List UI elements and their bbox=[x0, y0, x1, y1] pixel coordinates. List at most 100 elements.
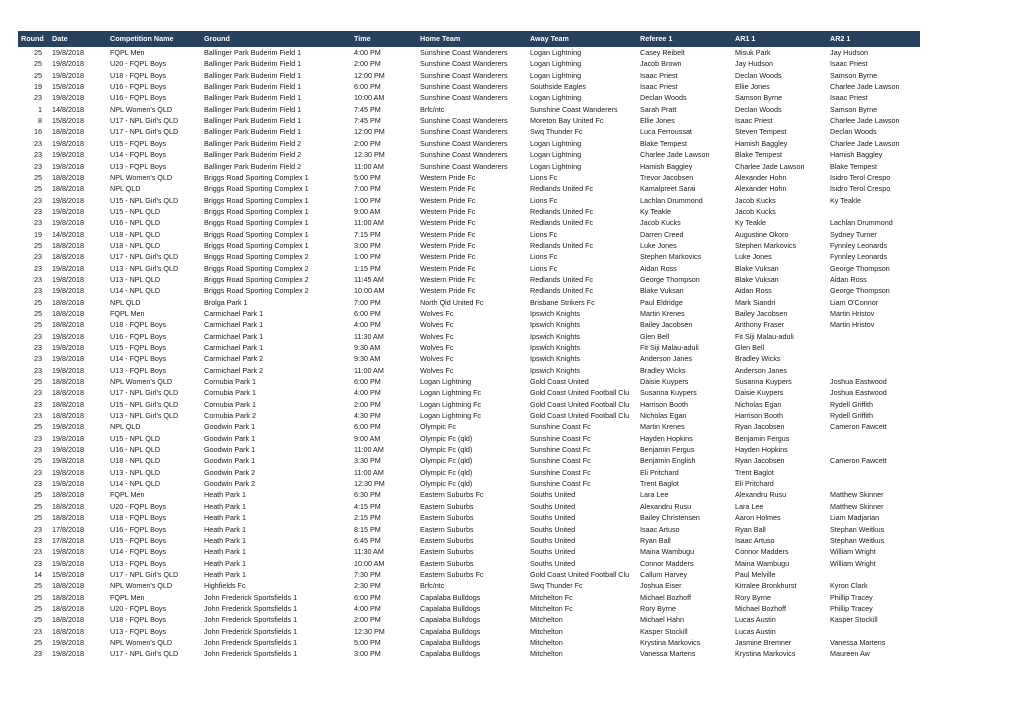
column-header-home[interactable]: Home Team bbox=[417, 31, 527, 47]
cell-date[interactable]: 18/8/2018 bbox=[49, 387, 107, 399]
cell-comp[interactable]: U13 - FQPL Boys bbox=[107, 364, 201, 376]
cell-round[interactable]: 23 bbox=[18, 353, 49, 365]
cell-date[interactable]: 18/8/2018 bbox=[49, 591, 107, 603]
cell-away[interactable]: Souths United bbox=[527, 523, 637, 535]
table-row[interactable]: 25 18/8/2018 NPL QLD Brolga Park 1 7:00 PM No… bbox=[18, 296, 920, 308]
cell-ref[interactable]: Isaac Priest bbox=[637, 81, 732, 93]
cell-away[interactable]: Souths United bbox=[527, 512, 637, 524]
cell-ref[interactable]: Bailey Christensen bbox=[637, 512, 732, 524]
cell-time[interactable]: 12:30 PM bbox=[351, 478, 417, 490]
cell-home[interactable]: Western Pride Fc bbox=[417, 194, 527, 206]
cell-away[interactable]: Logan Lightning bbox=[527, 58, 637, 70]
cell-ar2[interactable] bbox=[827, 432, 920, 445]
cell-ar1[interactable]: Blake Vuksan bbox=[732, 273, 827, 286]
table-row[interactable]: 23 19/8/2018 U15 - FQPL Boys Carmichael Par… bbox=[18, 341, 920, 354]
cell-date[interactable]: 14/8/2018 bbox=[49, 228, 107, 240]
cell-time[interactable]: 7:00 PM bbox=[351, 183, 417, 195]
cell-ar1[interactable]: Jacob Kucks bbox=[732, 205, 827, 218]
cell-home[interactable]: Sunshine Coast Wanderers bbox=[417, 69, 527, 82]
cell-ref[interactable]: Eli Pritchard bbox=[637, 466, 732, 479]
cell-ar2[interactable]: Martin Hristov bbox=[827, 307, 920, 320]
cell-date[interactable]: 18/8/2018 bbox=[49, 602, 107, 615]
cell-ar1[interactable]: Aidan Ross bbox=[732, 285, 827, 297]
cell-ground[interactable]: Briggs Road Sporting Complex 1 bbox=[201, 171, 351, 184]
cell-home[interactable]: Wolves Fc bbox=[417, 307, 527, 320]
cell-ref[interactable]: Harrison Booth bbox=[637, 398, 732, 410]
cell-home[interactable]: Western Pride Fc bbox=[417, 171, 527, 184]
cell-ar2[interactable]: Vanessa Martens bbox=[827, 636, 920, 649]
cell-home[interactable]: Capalaba Bulldogs bbox=[417, 614, 527, 626]
cell-ground[interactable]: Cornubia Park 1 bbox=[201, 387, 351, 399]
cell-comp[interactable]: U14 - FQPL Boys bbox=[107, 546, 201, 558]
cell-ar1[interactable]: Harrison Booth bbox=[732, 410, 827, 422]
cell-ground[interactable]: Heath Park 1 bbox=[201, 534, 351, 547]
cell-ar1[interactable]: Ellie Jones bbox=[732, 81, 827, 93]
cell-comp[interactable]: FQPL Men bbox=[107, 489, 201, 501]
cell-ar1[interactable]: Alexander Hohn bbox=[732, 183, 827, 195]
cell-date[interactable]: 18/8/2018 bbox=[49, 296, 107, 308]
cell-ref[interactable]: Hayden Hopkins bbox=[637, 432, 732, 445]
cell-away[interactable]: Ipswich Knights bbox=[527, 364, 637, 376]
cell-ar1[interactable]: Blake Vuksan bbox=[732, 262, 827, 274]
cell-ar1[interactable]: Ky Teakle bbox=[732, 217, 827, 229]
cell-comp[interactable]: NPL Women's QLD bbox=[107, 580, 201, 592]
cell-home[interactable]: Western Pride Fc bbox=[417, 183, 527, 195]
cell-time[interactable]: 3:00 PM bbox=[351, 239, 417, 252]
cell-round[interactable]: 23 bbox=[18, 273, 49, 286]
cell-ground[interactable]: Ballinger Park Buderim Field 1 bbox=[201, 126, 351, 138]
cell-round[interactable]: 23 bbox=[18, 444, 49, 456]
table-row[interactable]: 19 15/8/2018 U16 - FQPL Boys Ballinger Park… bbox=[18, 81, 920, 93]
cell-ground[interactable]: John Frederick Sportsfields 1 bbox=[201, 625, 351, 637]
cell-away[interactable]: Gold Coast United Football Clu bbox=[527, 398, 637, 410]
cell-ar1[interactable]: Trent Baglot bbox=[732, 466, 827, 479]
cell-ar1[interactable]: Luke Jones bbox=[732, 251, 827, 263]
column-header-ground[interactable]: Ground bbox=[201, 31, 351, 47]
cell-ref[interactable]: Connor Madders bbox=[637, 557, 732, 569]
cell-comp[interactable]: U16 - FQPL Boys bbox=[107, 81, 201, 93]
cell-time[interactable]: 2:00 PM bbox=[351, 614, 417, 626]
cell-ar1[interactable]: Jasmine Bremner bbox=[732, 636, 827, 649]
cell-away[interactable]: Redlands United Fc bbox=[527, 183, 637, 195]
cell-date[interactable]: 18/8/2018 bbox=[49, 126, 107, 138]
cell-round[interactable]: 25 bbox=[18, 58, 49, 70]
cell-comp[interactable]: NPL QLD bbox=[107, 296, 201, 308]
cell-date[interactable]: 19/8/2018 bbox=[49, 455, 107, 467]
cell-away[interactable]: Sunshine Coast Fc bbox=[527, 421, 637, 433]
cell-date[interactable]: 18/8/2018 bbox=[49, 398, 107, 410]
cell-ground[interactable]: Cornubia Park 1 bbox=[201, 398, 351, 410]
cell-home[interactable]: Eastern Suburbs bbox=[417, 557, 527, 569]
cell-ref[interactable]: Glen Bell bbox=[637, 330, 732, 342]
cell-comp[interactable]: NPL Women's QLD bbox=[107, 103, 201, 116]
cell-ar2[interactable]: Hamish Baggley bbox=[827, 149, 920, 161]
cell-time[interactable]: 6:30 PM bbox=[351, 489, 417, 501]
table-row[interactable]: 25 18/8/2018 U18 - FQPL Boys Carmichael Par… bbox=[18, 319, 920, 331]
cell-home[interactable]: Eastern Suburbs bbox=[417, 500, 527, 513]
table-row[interactable]: 23 18/8/2018 U13 - FQPL Boys John Frederick… bbox=[18, 625, 920, 637]
cell-ar1[interactable]: Bailey Jacobsen bbox=[732, 307, 827, 320]
cell-date[interactable]: 19/8/2018 bbox=[49, 217, 107, 229]
cell-ar2[interactable]: Maureen Aw bbox=[827, 648, 920, 660]
table-row[interactable]: 23 18/8/2018 U17 - NPL Girl's QLD Cornubia … bbox=[18, 387, 920, 399]
table-row[interactable]: 25 18/8/2018 NPL Women's QLD Briggs Road Sp… bbox=[18, 171, 920, 184]
table-row[interactable]: 23 19/8/2018 U16 - NPL QLD Goodwin Park 1 11… bbox=[18, 444, 920, 456]
cell-time[interactable]: 2:15 PM bbox=[351, 512, 417, 524]
cell-away[interactable]: Ipswich Knights bbox=[527, 330, 637, 342]
cell-ar1[interactable]: Augustine Okoro bbox=[732, 228, 827, 240]
cell-home[interactable]: Western Pride Fc bbox=[417, 228, 527, 240]
cell-comp[interactable]: U15 - NPL QLD bbox=[107, 432, 201, 445]
cell-ground[interactable]: John Frederick Sportsfields 1 bbox=[201, 636, 351, 649]
cell-date[interactable]: 19/8/2018 bbox=[49, 160, 107, 172]
cell-ar2[interactable] bbox=[827, 330, 920, 342]
cell-away[interactable]: Southside Eagles bbox=[527, 81, 637, 93]
cell-ground[interactable]: Heath Park 1 bbox=[201, 568, 351, 581]
cell-ar2[interactable]: Charlee Jade Lawson bbox=[827, 81, 920, 93]
cell-round[interactable]: 25 bbox=[18, 307, 49, 320]
column-header-ar1[interactable]: AR1 1 bbox=[732, 31, 827, 47]
cell-ar1[interactable]: Charlee Jade Lawson bbox=[732, 160, 827, 172]
cell-ar2[interactable] bbox=[827, 568, 920, 581]
cell-ref[interactable]: Trevor Jacobsen bbox=[637, 171, 732, 184]
cell-time[interactable]: 12:00 PM bbox=[351, 126, 417, 138]
cell-time[interactable]: 4:00 PM bbox=[351, 387, 417, 399]
cell-ground[interactable]: Ballinger Park Buderim Field 2 bbox=[201, 149, 351, 161]
cell-ar2[interactable]: Charlee Jade Lawson bbox=[827, 115, 920, 127]
